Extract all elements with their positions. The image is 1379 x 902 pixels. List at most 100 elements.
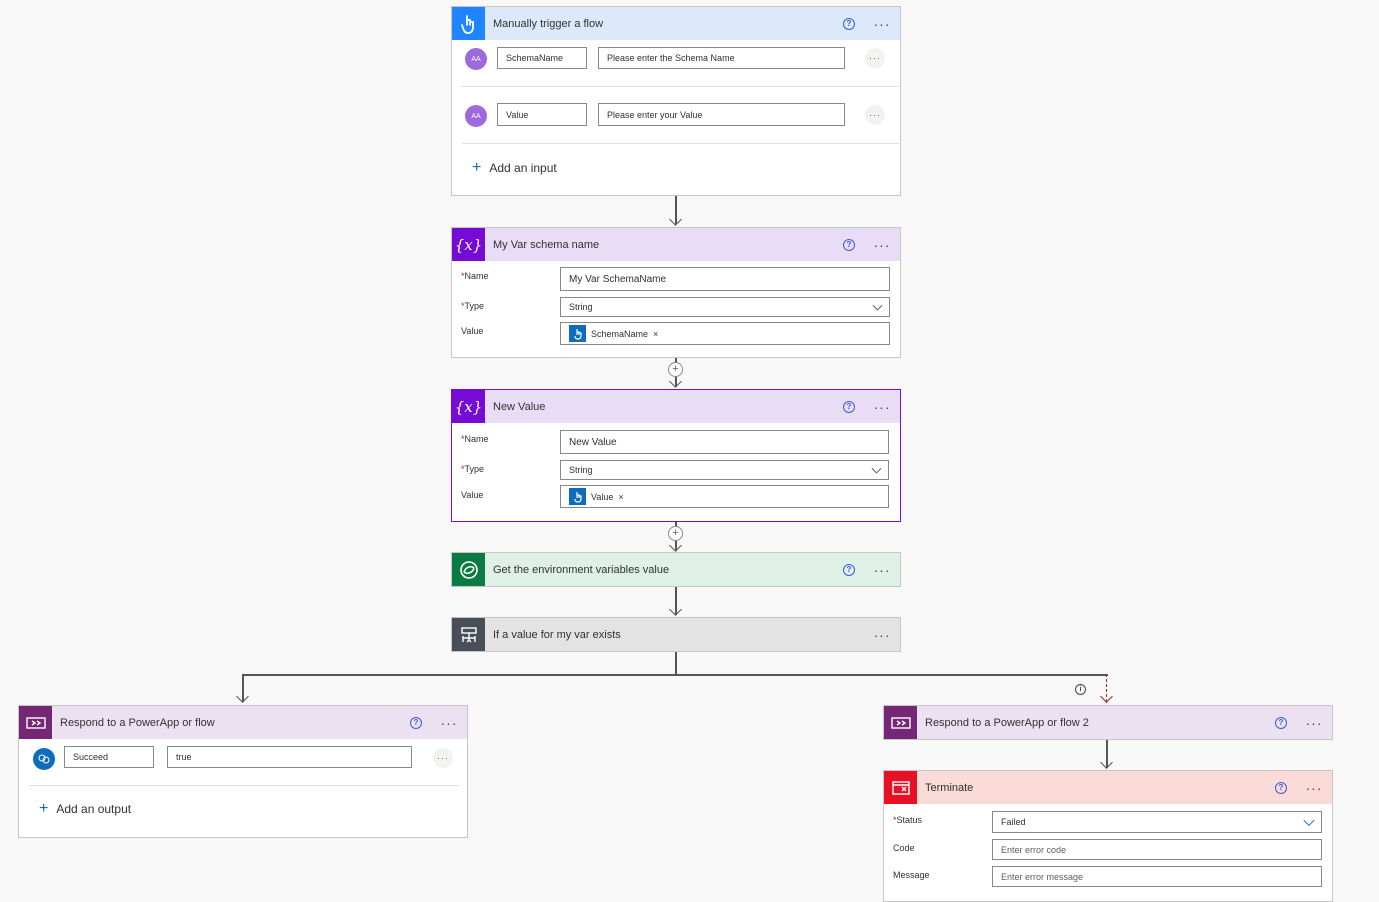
status-dropdown[interactable]: Failed <box>992 811 1322 833</box>
dataverse-icon <box>452 553 485 586</box>
trigger-header[interactable]: Manually trigger a flow ? ··· <box>452 7 900 40</box>
output-menu-icon[interactable]: ··· <box>433 748 453 768</box>
help-icon[interactable]: ? <box>843 17 855 30</box>
text-input-icon: AA <box>465 48 487 70</box>
arrow-down-icon <box>669 375 682 388</box>
more-options-icon[interactable]: ··· <box>1305 716 1323 730</box>
plus-icon: + <box>472 159 482 176</box>
name-field[interactable]: My Var SchemaName <box>560 267 890 291</box>
separator <box>462 143 899 144</box>
terminate-header[interactable]: Terminate ? ··· <box>884 771 1332 804</box>
help-icon[interactable]: ? <box>410 716 422 729</box>
output-name-field[interactable]: Succeed <box>64 746 154 768</box>
info-icon[interactable]: i <box>1075 684 1086 695</box>
more-options-icon[interactable]: ··· <box>440 716 458 730</box>
condition-icon <box>452 618 485 651</box>
variable-icon: {x} <box>452 228 485 261</box>
condition-header[interactable]: If a value for my var exists ··· <box>452 618 900 651</box>
input-menu-icon[interactable]: ··· <box>865 105 885 125</box>
add-input-button[interactable]: + Add an input <box>472 159 557 176</box>
help-icon[interactable]: ? <box>1275 716 1287 729</box>
input-placeholder-field[interactable]: Please enter the Schema Name <box>598 47 845 69</box>
variable-icon: {x} <box>452 390 485 423</box>
add-input-label: Add an input <box>489 161 557 175</box>
status-label: *Status <box>893 815 923 825</box>
more-options-icon[interactable]: ··· <box>873 628 891 642</box>
respond-card[interactable]: Respond to a PowerApp or flow ? ··· Succ… <box>18 705 468 838</box>
message-field[interactable]: Enter error message <box>992 866 1322 887</box>
help-icon[interactable]: ? <box>843 400 855 413</box>
variable-title: New Value <box>493 400 546 413</box>
type-label: *Type <box>461 464 485 474</box>
connector <box>675 652 677 675</box>
initialize-variable-card[interactable]: {x} New Value ? ··· *Name New Value *Typ… <box>451 389 901 522</box>
touch-icon <box>569 325 586 342</box>
arrow-down-icon <box>669 539 682 552</box>
name-label: *Name <box>461 271 489 281</box>
chevron-down-icon <box>871 463 882 474</box>
value-label: Value <box>461 326 484 336</box>
input-placeholder-field[interactable]: Please enter your Value <box>598 103 845 126</box>
arrow-down-icon <box>1100 690 1113 703</box>
type-dropdown[interactable]: String <box>560 460 889 480</box>
respond-title: Respond to a PowerApp or flow <box>60 716 215 729</box>
more-options-icon[interactable]: ··· <box>873 17 891 31</box>
trigger-title: Manually trigger a flow <box>493 17 604 30</box>
plus-icon: + <box>39 800 49 817</box>
help-icon[interactable]: ? <box>843 563 855 576</box>
code-field[interactable]: Enter error code <box>992 839 1322 860</box>
more-options-icon[interactable]: ··· <box>873 238 891 252</box>
token-label: SchemaName <box>591 328 649 339</box>
add-output-button[interactable]: + Add an output <box>39 800 132 817</box>
powerapps-icon <box>884 706 917 739</box>
respond-header[interactable]: Respond to a PowerApp or flow 2 ? ··· <box>884 706 1332 739</box>
value-label: Value <box>461 490 484 500</box>
powerapps-icon <box>19 706 52 739</box>
separator <box>462 86 899 87</box>
branch-connector <box>242 674 1108 676</box>
condition-card[interactable]: If a value for my var exists ··· <box>451 617 901 652</box>
more-options-icon[interactable]: ··· <box>873 563 891 577</box>
code-label: Code <box>893 843 915 853</box>
arrow-down-icon <box>1100 756 1113 769</box>
more-options-icon[interactable]: ··· <box>1305 781 1323 795</box>
input-menu-icon[interactable]: ··· <box>865 48 885 68</box>
remove-token-icon[interactable]: × <box>653 329 658 339</box>
token-label: Value <box>591 491 614 502</box>
dataverse-action-card[interactable]: Get the environment variables value ? ··… <box>451 552 901 587</box>
value-field[interactable]: SchemaName × <box>560 322 890 345</box>
more-options-icon[interactable]: ··· <box>873 400 891 414</box>
respond-header[interactable]: Respond to a PowerApp or flow ? ··· <box>19 706 467 739</box>
message-label: Message <box>893 870 930 880</box>
dataverse-header[interactable]: Get the environment variables value ? ··… <box>452 553 900 586</box>
terminate-icon <box>884 771 917 804</box>
type-dropdown[interactable]: String <box>560 297 890 317</box>
chevron-down-icon <box>872 300 883 311</box>
variable-header[interactable]: {x} My Var schema name ? ··· <box>452 228 900 261</box>
respond-card[interactable]: Respond to a PowerApp or flow 2 ? ··· <box>883 705 1333 740</box>
initialize-variable-card[interactable]: {x} My Var schema name ? ··· *Name My Va… <box>451 227 901 358</box>
terminate-card[interactable]: Terminate ? ··· *Status Failed Code Ente… <box>883 770 1333 902</box>
arrow-down-icon <box>669 213 682 226</box>
input-name-field[interactable]: SchemaName <box>497 47 587 69</box>
terminate-title: Terminate <box>925 781 974 794</box>
help-icon[interactable]: ? <box>1275 781 1287 794</box>
arrow-down-icon <box>236 690 249 703</box>
variable-title: My Var schema name <box>493 238 600 251</box>
touch-icon <box>569 488 586 505</box>
remove-token-icon[interactable]: × <box>618 492 623 502</box>
condition-title: If a value for my var exists <box>493 628 621 641</box>
separator <box>29 785 458 786</box>
add-output-label: Add an output <box>56 802 132 816</box>
dynamic-content-token[interactable]: SchemaName × <box>569 325 658 342</box>
dynamic-content-token[interactable]: Value × <box>569 488 624 505</box>
variable-header[interactable]: {x} New Value ? ··· <box>452 390 900 423</box>
help-icon[interactable]: ? <box>843 238 855 251</box>
output-value-field[interactable]: true <box>167 746 412 768</box>
trigger-card[interactable]: Manually trigger a flow ? ··· AA SchemaN… <box>451 6 901 196</box>
arrow-down-icon <box>669 603 682 616</box>
input-name-field[interactable]: Value <box>497 103 587 126</box>
value-field[interactable]: Value × <box>560 485 889 508</box>
touch-icon <box>452 7 485 40</box>
name-field[interactable]: New Value <box>560 430 889 454</box>
